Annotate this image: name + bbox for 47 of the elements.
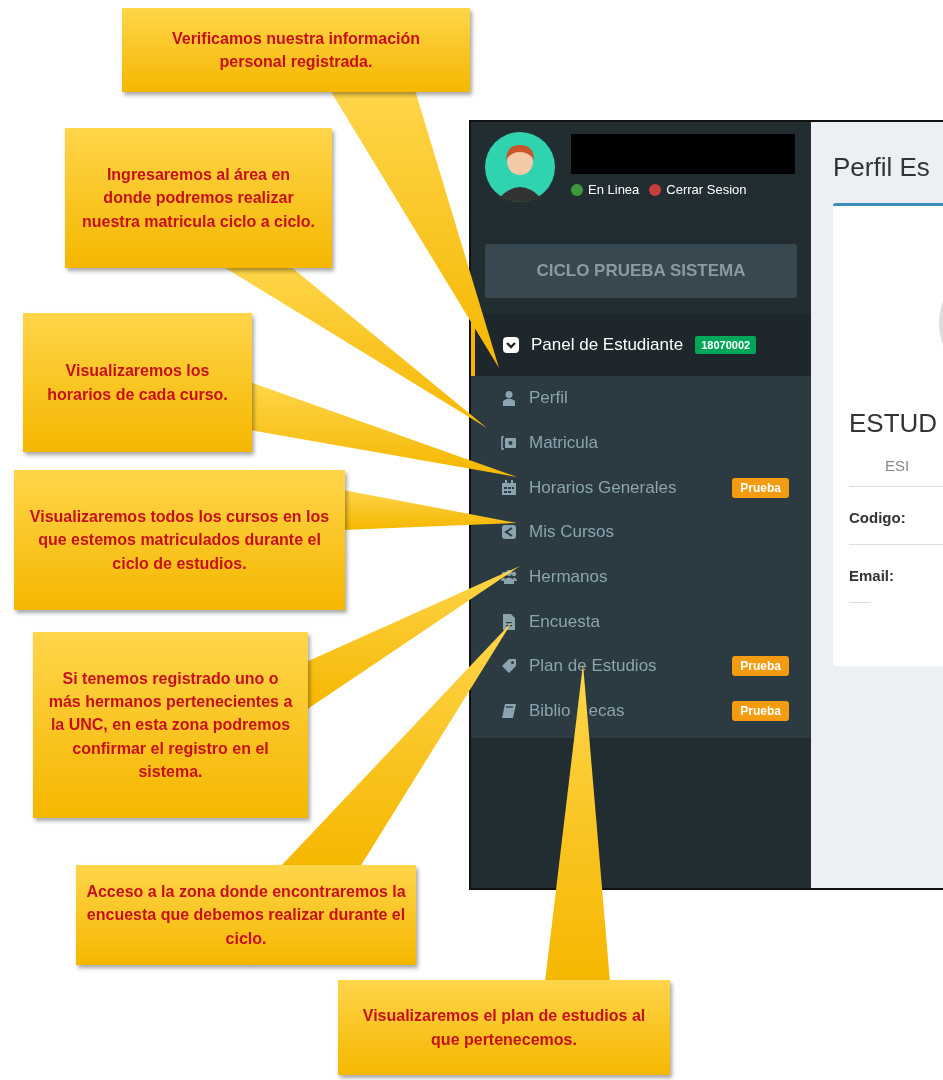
menu-item[interactable]: Matricula xyxy=(471,420,811,466)
avatar-icon xyxy=(485,132,555,202)
menu-label: Biblio xyxy=(529,701,571,722)
logout-link[interactable]: Cerrar Sesion xyxy=(666,182,747,197)
callout: Visualizaremos el plan de estudios al que pertenecemos. xyxy=(338,980,670,1075)
menu-label: Encuesta xyxy=(529,611,600,632)
calendar-icon xyxy=(501,479,517,496)
tag-icon xyxy=(501,658,517,675)
panel-title: Panel de Estudiante xyxy=(531,335,684,355)
field-label: Codigo: xyxy=(849,509,906,526)
document-icon xyxy=(501,613,517,630)
users-icon xyxy=(501,569,517,586)
cycle-button[interactable]: CICLO PRUEBA SISTEMA xyxy=(485,244,797,298)
menu-label: Perfil xyxy=(529,388,568,409)
menu-label: ecas xyxy=(588,701,625,722)
student-subtitle: ESI xyxy=(885,457,911,474)
test-badge: Prueba xyxy=(732,701,789,722)
menu-item[interactable]: Horarios Generales Prueba xyxy=(471,465,811,511)
callout: Verificamos nuestra información personal registrada. xyxy=(122,8,470,92)
panel-header[interactable]: Panel de Estudiante 18070002 xyxy=(471,314,811,376)
share-icon xyxy=(501,524,517,541)
chevron-down-icon xyxy=(503,337,519,353)
id-card-icon xyxy=(501,435,517,452)
menu-item[interactable]: Hermanos xyxy=(471,554,811,600)
menu-label: Mis Cursos xyxy=(529,522,614,543)
student-code-badge: 18070002 xyxy=(695,336,757,354)
callout: Ingresaremos al área en donde podremos realizar nuestra matricula ciclo a ciclo. xyxy=(65,128,332,268)
status-text: En Linea xyxy=(588,182,640,197)
test-badge: Prueba xyxy=(732,477,789,498)
callout: Acceso a la zona donde encontraremos la encuesta que debemos realizar durante el ciclo. xyxy=(76,865,416,965)
menu-label: Hermanos xyxy=(529,567,608,588)
menu-label: Plan de Estudios xyxy=(529,656,657,677)
field-label: Email: xyxy=(849,567,894,584)
menu-item[interactable]: Perfil xyxy=(471,376,811,421)
student-name: ESTUD xyxy=(849,408,939,439)
menu-label: Horarios Generales xyxy=(529,477,677,498)
page-title: Perfil Es xyxy=(833,152,931,183)
menu-item[interactable]: Plan de Estudios Prueba xyxy=(471,644,811,689)
user-icon xyxy=(501,390,517,407)
callout: Si tenemos registrado uno o más hermanos pertenecientes a la UNC, en esta zona podremos confirmar el registro en el sistema. xyxy=(33,632,308,818)
callout: Visualizaremos todos los cursos en los que estemos matriculados durante el ciclo de estudios. xyxy=(14,470,345,610)
menu-label: Matricula xyxy=(529,433,598,454)
callout: Visualizaremos los horarios de cada curso. xyxy=(23,313,252,452)
menu-item[interactable]: Encuesta xyxy=(471,599,811,645)
test-badge: Prueba xyxy=(732,656,789,677)
menu-item[interactable]: Mis Cursos xyxy=(471,510,811,555)
book-icon xyxy=(501,703,517,720)
